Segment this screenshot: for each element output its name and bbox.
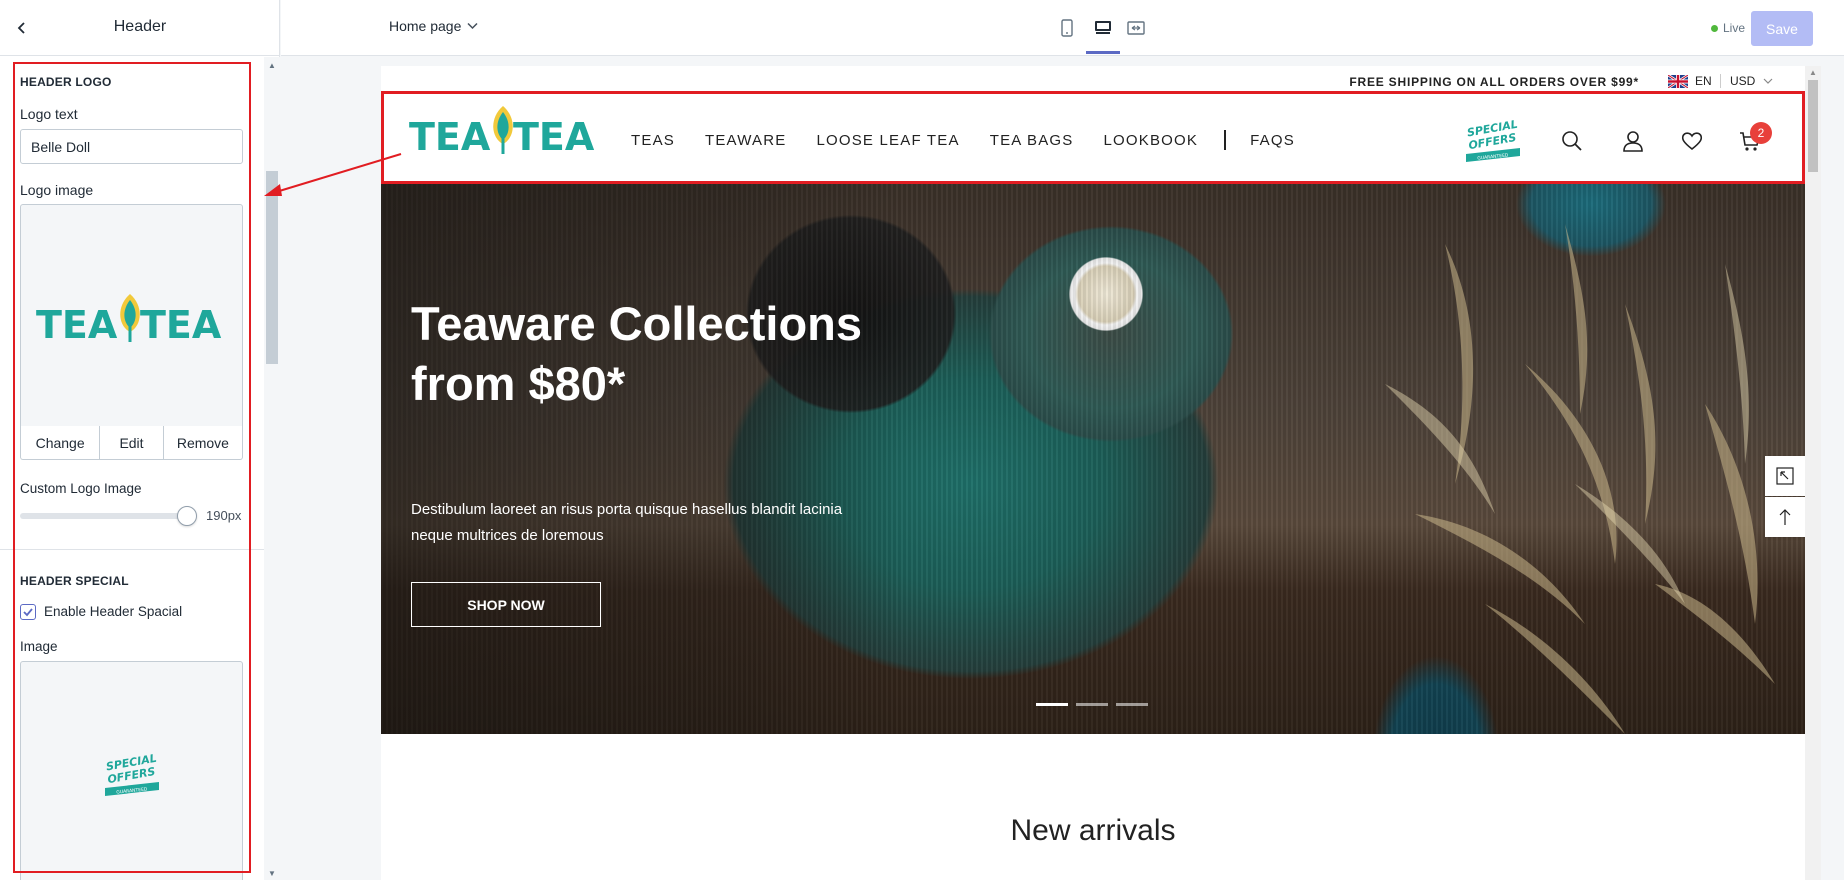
nav-item-tea-bags[interactable]: TEA BAGS [990,132,1074,149]
back-to-top-button[interactable] [1765,497,1805,537]
new-arrivals-heading: New arrivals [1010,814,1176,847]
logo-size-slider-track[interactable] [20,513,185,519]
heart-icon [1681,132,1703,151]
logo-image-actions: Change Edit Remove [20,426,243,460]
expand-icon [1127,21,1145,35]
logo-image-label: Logo image [20,182,94,198]
user-icon [1623,131,1643,152]
store-header: TEA TEA TEAS TEAWARE LOOSE LEAF TEA TEA … [381,92,1805,184]
resize-tool-button[interactable] [1765,456,1805,496]
announcement-text: FREE SHIPPING ON ALL ORDERS OVER $99* [1349,75,1639,89]
logo-text-input[interactable] [20,129,243,164]
nav-item-lookbook[interactable]: LOOKBOOK [1104,132,1199,149]
language-label: EN [1695,74,1712,88]
active-view-indicator [1086,51,1120,54]
arrow-up-icon [1779,509,1791,525]
live-status: Live [1711,21,1745,35]
uk-flag-icon [1668,74,1688,88]
panel-header: Header [0,0,280,56]
live-dot-icon [1711,24,1718,32]
store-logo-right: TEA [513,115,595,156]
section-title-header-logo: HEADER LOGO [20,75,112,89]
nav-item-teaware[interactable]: TEAWARE [705,132,786,149]
store-logo-left: TEA [409,115,491,156]
nav-item-teas[interactable]: TEAS [631,132,675,149]
panel-scroll-area[interactable]: HEADER LOGO Logo text Logo image TEA TEA… [0,57,264,880]
section-title-header-special: HEADER SPECIAL [20,574,129,588]
scroll-up-arrow-icon[interactable]: ▲ [268,61,276,70]
language-selector[interactable]: EN [1668,74,1712,88]
logo-image-preview[interactable]: TEA TEA [20,204,243,427]
special-offers-image: SPECIAL OFFERS GUARANTEED [104,752,159,796]
wishlist-button[interactable] [1679,128,1705,154]
custom-logo-label: Custom Logo Image [20,481,142,496]
chevron-down-icon [1763,78,1773,84]
tea-logo-image: TEA TEA [409,106,595,159]
search-button[interactable] [1559,128,1585,154]
mobile-icon [1061,19,1073,37]
main-nav: TEAS TEAWARE LOOSE LEAF TEA TEA BAGS LOO… [631,130,1325,150]
special-offers-image: SPECIAL OFFERS GUARANTEED [1466,118,1520,162]
section-divider [0,549,264,550]
announce-separator [1720,74,1721,88]
checkmark-icon [23,608,33,617]
resize-icon [1776,467,1794,485]
enable-special-label[interactable]: Enable Header Spacial [44,604,182,619]
slide-dot[interactable] [1036,703,1068,706]
live-label: Live [1723,21,1746,35]
change-logo-button[interactable]: Change [21,426,101,459]
slide-dot[interactable] [1076,703,1108,706]
slide-dots [1036,703,1148,706]
search-icon [1562,131,1582,151]
cart-count-badge: 2 [1750,122,1772,144]
page-selector-label: Home page [389,18,462,34]
account-button[interactable] [1620,128,1646,154]
logo-size-slider-thumb[interactable] [177,506,197,526]
edit-logo-button[interactable]: Edit [100,426,164,459]
slide-dot[interactable] [1116,703,1148,706]
editor-topbar: Home page Live Save [281,0,1844,56]
bamboo-leaves-image [1385,224,1775,734]
enable-special-checkbox[interactable] [20,604,36,620]
panel-title: Header [113,18,167,35]
settings-panel: Header HEADER LOGO Logo text Logo image … [0,0,280,880]
special-offers-badge[interactable]: SPECIAL OFFERS GUARANTEED [1462,118,1524,171]
scroll-up-arrow-icon[interactable]: ▲ [1809,68,1817,77]
store-preview: FREE SHIPPING ON ALL ORDERS OVER $99* EN… [381,66,1805,880]
scroll-down-arrow-icon[interactable]: ▼ [268,869,276,878]
currency-label: USD [1730,74,1756,88]
remove-logo-button[interactable]: Remove [164,426,242,459]
pointer-arrow [264,153,402,196]
logo-text-label: Logo text [20,106,78,122]
nav-item-faqs[interactable]: FAQS [1250,132,1295,149]
hero-title: Teaware Collections from $80* [411,297,862,410]
currency-selector[interactable]: USD [1730,74,1773,88]
hero-slideshow: Teaware Collections from $80* Destibulum… [381,184,1805,734]
preview-scroll-thumb[interactable] [1808,80,1818,172]
logo-size-value: 190px [206,508,242,523]
special-image-preview[interactable]: SPECIAL OFFERS GUARANTEED [20,661,243,880]
mobile-view-button[interactable] [1055,16,1079,40]
desktop-view-button[interactable] [1091,16,1115,40]
nav-separator [1224,130,1227,150]
logo-text-right: TEA [140,303,222,344]
desktop-icon [1095,21,1111,34]
store-logo[interactable]: TEA TEA [409,100,601,161]
fullscreen-view-button[interactable] [1124,16,1148,40]
save-button[interactable]: Save [1751,11,1813,46]
announcement-bar: FREE SHIPPING ON ALL ORDERS OVER $99* EN… [381,66,1805,92]
shop-now-button[interactable]: SHOP NOW [411,582,601,627]
logo-text-left: TEA [36,303,118,344]
tea-logo-image: TEA TEA [36,293,222,344]
hero-subtitle: Destibulum laoreet an risus porta quisqu… [411,501,843,544]
nav-item-loose-leaf-tea[interactable]: LOOSE LEAF TEA [816,132,959,149]
page-selector[interactable]: Home page [389,18,478,34]
chevron-down-icon [467,22,478,30]
preview-scrollbar[interactable]: ▲ [1805,66,1821,880]
special-image-label: Image [20,639,58,654]
